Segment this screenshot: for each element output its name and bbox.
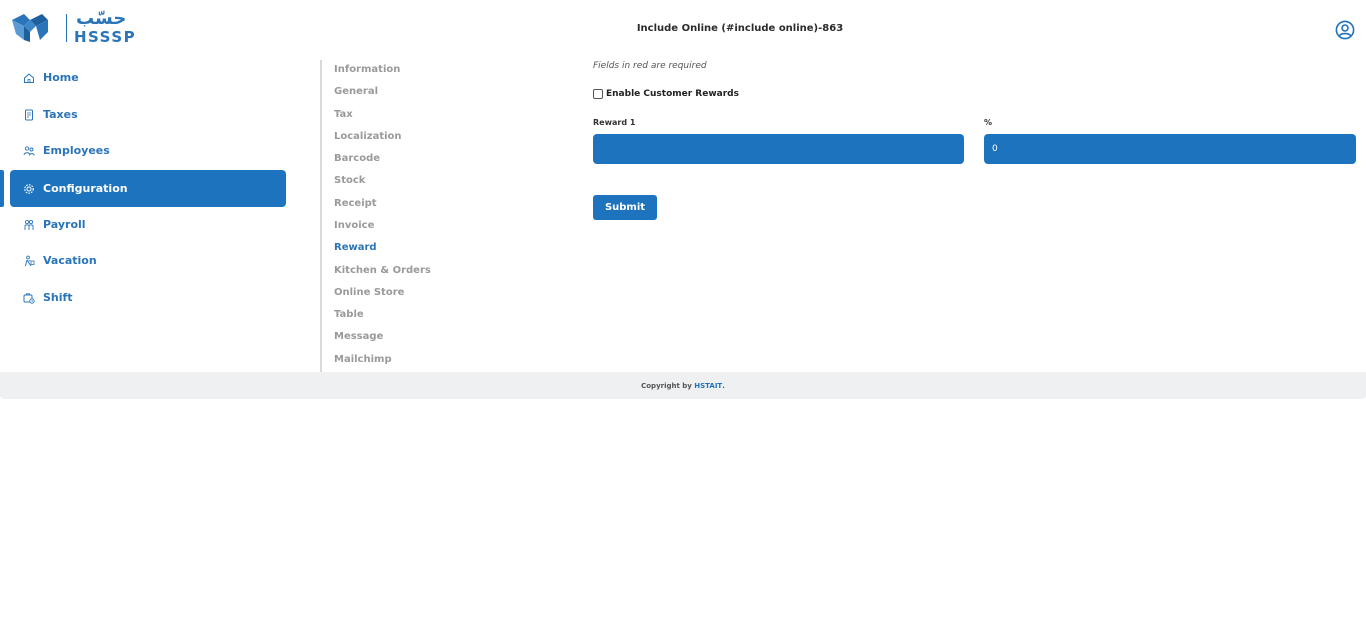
payroll-icon	[24, 219, 34, 230]
sidebar-item-home[interactable]: Home	[10, 59, 286, 96]
copyright-suffix: .	[722, 381, 725, 390]
shift-icon	[23, 292, 35, 304]
enable-rewards-checkbox[interactable]	[593, 89, 603, 99]
sidebar-item-configuration[interactable]: Configuration	[10, 170, 286, 207]
subnav-item-online-store[interactable]: Online Store	[334, 287, 404, 298]
subnav-item-information[interactable]: Information	[334, 64, 400, 75]
subnav-item-localization[interactable]: Localization	[334, 131, 402, 142]
sidebar-item-label: Employees	[43, 144, 110, 157]
footer: Copyright by HSTAIT .	[0, 372, 1366, 399]
subnav-item-reward[interactable]: Reward	[334, 242, 377, 253]
active-nav-marker	[0, 170, 4, 207]
subnav-item-table[interactable]: Table	[334, 309, 364, 320]
reward-1-input[interactable]	[593, 134, 964, 164]
users-icon	[23, 145, 35, 156]
subnav-item-invoice[interactable]: Invoice	[334, 220, 374, 231]
gear-icon	[24, 183, 34, 194]
subnav-item-tax[interactable]: Tax	[334, 109, 353, 120]
required-fields-note: Fields in red are required	[593, 61, 707, 71]
header: حسّب HSSSP Include Online (#include onli…	[0, 0, 1366, 58]
copyright-text: Copyright by	[641, 381, 695, 390]
receipt-icon	[25, 109, 33, 120]
submit-button[interactable]: Submit	[593, 195, 657, 220]
subnav-item-stock[interactable]: Stock	[334, 175, 365, 186]
subnav-item-kitchen-orders[interactable]: Kitchen & Orders	[334, 265, 431, 276]
subnav-item-general[interactable]: General	[334, 86, 378, 97]
subnav-item-mailchimp[interactable]: Mailchimp	[334, 354, 392, 365]
page-title: Include Online (#include online)-863	[636, 23, 844, 34]
subnav-item-receipt[interactable]: Receipt	[334, 198, 377, 209]
sidebar-item-payroll[interactable]: Payroll	[10, 206, 286, 243]
percent-label: %	[984, 118, 993, 127]
user-account-icon[interactable]	[1335, 20, 1355, 40]
copyright-brand-link[interactable]: HSTAIT	[694, 382, 722, 390]
vacation-icon	[24, 255, 35, 266]
reward-1-label: Reward 1	[593, 118, 636, 127]
sidebar-item-shift[interactable]: Shift	[10, 279, 286, 316]
sidebar-item-label: Configuration	[43, 182, 128, 195]
subnav-item-message[interactable]: Message	[334, 331, 383, 342]
enable-rewards-label[interactable]: Enable Customer Rewards	[606, 89, 739, 99]
sidebar-item-label: Shift	[43, 291, 73, 304]
sidebar-item-taxes[interactable]: Taxes	[10, 96, 286, 133]
config-subnav: Information General Tax Localization Bar…	[320, 60, 520, 372]
percent-input[interactable]: 0	[984, 134, 1356, 164]
sidebar-item-label: Taxes	[43, 108, 78, 121]
sidebar-item-label: Vacation	[43, 254, 97, 267]
sidebar-item-employees[interactable]: Employees	[10, 132, 286, 169]
home-icon	[24, 72, 34, 83]
sidebar-item-label: Home	[43, 71, 79, 84]
sidebar-item-vacation[interactable]: Vacation	[10, 242, 286, 279]
enable-rewards-row: Enable Customer Rewards	[593, 89, 739, 99]
sidebar-item-label: Payroll	[43, 218, 86, 231]
subnav-item-barcode[interactable]: Barcode	[334, 153, 380, 164]
